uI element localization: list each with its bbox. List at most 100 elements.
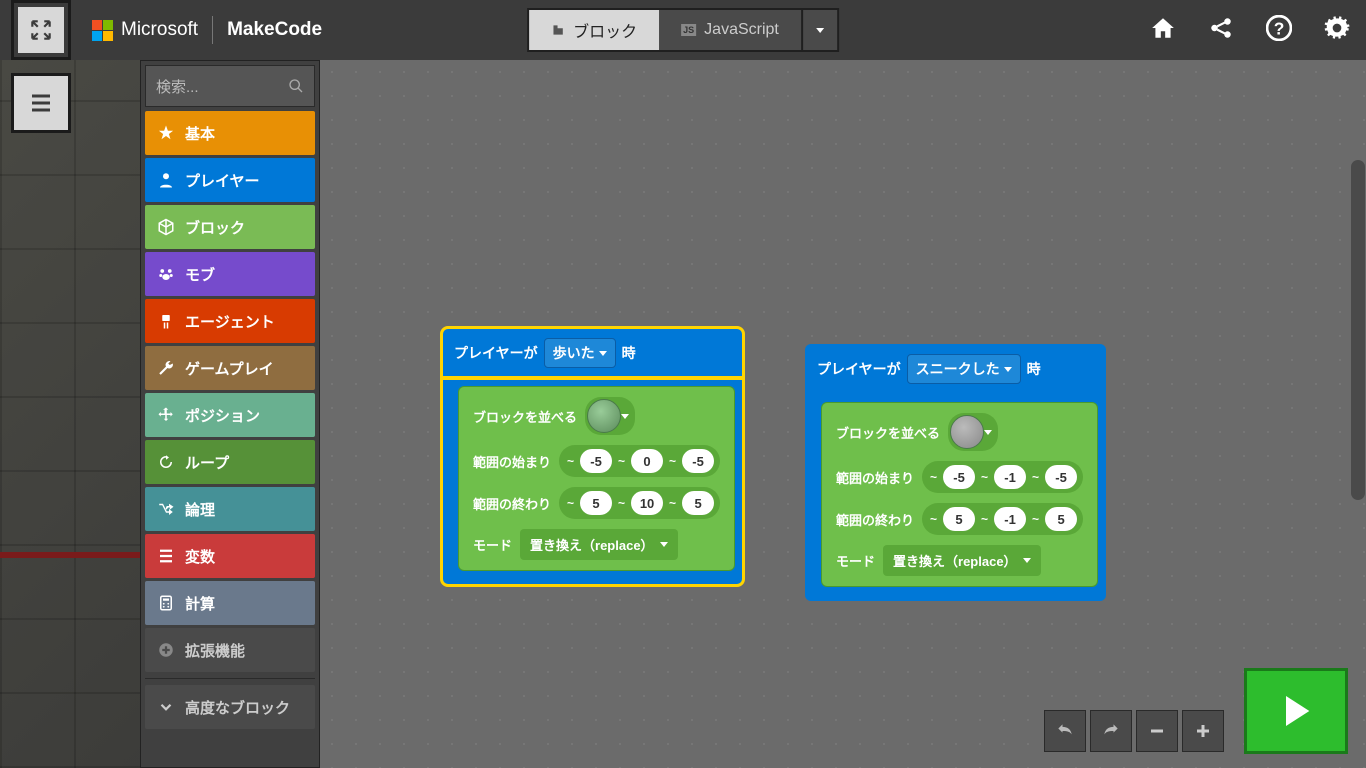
fill-row-block: ブロックを並べる [473, 397, 720, 435]
num-input[interactable]: 5 [943, 507, 975, 531]
hat-text-post: 時 [622, 343, 636, 363]
num-input[interactable]: 5 [580, 491, 612, 515]
fill-label: ブロックを並べる [473, 407, 577, 426]
undo-icon [1055, 721, 1075, 741]
home-button[interactable] [1150, 15, 1176, 46]
block-picker[interactable] [948, 413, 998, 451]
menu-button[interactable] [14, 76, 68, 130]
num-input[interactable]: -1 [994, 507, 1026, 531]
event-hat[interactable]: プレイヤーが 歩いた 時 [442, 328, 743, 378]
cat-blocks[interactable]: ブロック [145, 205, 315, 249]
brand-ms-text: Microsoft [121, 19, 198, 41]
search-icon [288, 78, 304, 94]
event-action-dropdown[interactable]: 歩いた [544, 338, 616, 368]
calculator-icon [157, 594, 175, 612]
mode-label: モード [836, 551, 875, 570]
svg-text:?: ? [1274, 18, 1285, 38]
event-action-dropdown[interactable]: スニークした [907, 354, 1021, 384]
mode-js-button[interactable]: JS JavaScript [659, 10, 801, 50]
fill-row-mode: モード 置き換え（replace） [836, 545, 1083, 576]
event-block-walk[interactable]: プレイヤーが 歩いた 時 ブロックを並べる 範囲の始まり ~-5 ~0 ~-5 [442, 328, 743, 585]
mode-js-label: JavaScript [704, 21, 779, 39]
undo-button[interactable] [1044, 710, 1086, 752]
mode-dropdown[interactable]: 置き換え（replace） [883, 545, 1041, 576]
cat-loops[interactable]: ループ [145, 440, 315, 484]
redo-icon [1101, 721, 1121, 741]
mode-dropdown[interactable]: 置き換え（replace） [520, 529, 678, 560]
home-icon [1150, 15, 1176, 41]
fill-block[interactable]: ブロックを並べる 範囲の始まり ~-5 ~-1 ~-5 範囲の終わり ~5 ~- [821, 402, 1098, 587]
chevron-down-icon [984, 430, 992, 435]
fill-block[interactable]: ブロックを並べる 範囲の始まり ~-5 ~0 ~-5 範囲の終わり ~5 ~10 [458, 386, 735, 571]
event-block-sneak[interactable]: プレイヤーが スニークした 時 ブロックを並べる 範囲の始まり ~-5 ~-1 … [805, 344, 1106, 601]
cat-extensions[interactable]: 拡張機能 [145, 628, 315, 672]
redo-button[interactable] [1090, 710, 1132, 752]
cat-mobs[interactable]: モブ [145, 252, 315, 296]
event-hat[interactable]: プレイヤーが スニークした 時 [805, 344, 1106, 394]
tilde-icon: ~ [565, 496, 576, 510]
num-input[interactable]: -5 [943, 465, 975, 489]
search-input[interactable]: 検索... [145, 65, 315, 107]
num-input[interactable]: 0 [631, 449, 663, 473]
dropdown-value: スニークした [916, 359, 1000, 379]
fullscreen-button[interactable] [14, 3, 68, 57]
hat-text-pre: プレイヤーが [454, 343, 538, 363]
cat-player[interactable]: プレイヤー [145, 158, 315, 202]
position-to[interactable]: ~5 ~10 ~5 [559, 487, 720, 519]
dropdown-value: 置き換え（replace） [530, 535, 654, 554]
share-button[interactable] [1208, 15, 1234, 46]
cat-gameplay[interactable]: ゲームプレイ [145, 346, 315, 390]
fill-row-mode: モード 置き換え（replace） [473, 529, 720, 560]
mode-dropdown-button[interactable] [801, 10, 837, 50]
help-icon: ? [1266, 15, 1292, 41]
loop-icon [157, 453, 175, 471]
zoom-in-button[interactable] [1182, 710, 1224, 752]
brand-app-text: MakeCode [227, 19, 322, 41]
help-button[interactable]: ? [1266, 15, 1292, 46]
cat-basic[interactable]: 基本 [145, 111, 315, 155]
block-picker[interactable] [585, 397, 635, 435]
block-icon [587, 399, 621, 433]
num-input[interactable]: 5 [1045, 507, 1077, 531]
position-from[interactable]: ~-5 ~0 ~-5 [559, 445, 720, 477]
dropdown-value: 歩いた [553, 343, 595, 363]
num-input[interactable]: 5 [682, 491, 714, 515]
tilde-icon: ~ [928, 470, 939, 484]
position-to[interactable]: ~5 ~-1 ~5 [922, 503, 1083, 535]
mode-label: モード [473, 535, 512, 554]
cat-variables[interactable]: 変数 [145, 534, 315, 578]
event-body: ブロックを並べる 範囲の始まり ~-5 ~-1 ~-5 範囲の終わり ~5 ~- [805, 394, 1106, 601]
run-button[interactable] [1244, 668, 1348, 754]
star-icon [157, 124, 175, 142]
move-icon [157, 406, 175, 424]
settings-button[interactable] [1324, 15, 1350, 46]
cat-label: 基本 [185, 123, 215, 144]
cat-advanced[interactable]: 高度なブロック [145, 685, 315, 729]
mode-blocks-button[interactable]: ブロック [529, 10, 659, 50]
cube-icon [157, 218, 175, 236]
fill-row-from: 範囲の始まり ~-5 ~0 ~-5 [473, 445, 720, 477]
position-from[interactable]: ~-5 ~-1 ~-5 [922, 461, 1083, 493]
num-input[interactable]: -5 [682, 449, 714, 473]
cat-logic[interactable]: 論理 [145, 487, 315, 531]
play-icon [1276, 687, 1316, 735]
wrench-icon [157, 359, 175, 377]
workspace-canvas[interactable]: プレイヤーが 歩いた 時 ブロックを並べる 範囲の始まり ~-5 ~0 ~-5 [320, 60, 1366, 768]
zoom-out-button[interactable] [1136, 710, 1178, 752]
num-input[interactable]: -5 [1045, 465, 1077, 489]
num-input[interactable]: -1 [994, 465, 1026, 489]
toolbox: 検索... 基本 プレイヤー ブロック モブ エージェント ゲームプレイ ポジシ… [140, 60, 320, 768]
to-label: 範囲の終わり [836, 510, 914, 529]
cat-label: 拡張機能 [185, 640, 245, 661]
paw-icon [157, 265, 175, 283]
cat-agent[interactable]: エージェント [145, 299, 315, 343]
canvas-scrollbar-v[interactable] [1351, 160, 1365, 500]
mode-blocks-label: ブロック [573, 18, 637, 42]
num-input[interactable]: 10 [631, 491, 663, 515]
from-label: 範囲の始まり [836, 468, 914, 487]
dropdown-value: 置き換え（replace） [893, 551, 1017, 570]
num-input[interactable]: -5 [580, 449, 612, 473]
cat-math[interactable]: 計算 [145, 581, 315, 625]
editor-mode-switch: ブロック JS JavaScript [527, 8, 839, 52]
cat-positions[interactable]: ポジション [145, 393, 315, 437]
